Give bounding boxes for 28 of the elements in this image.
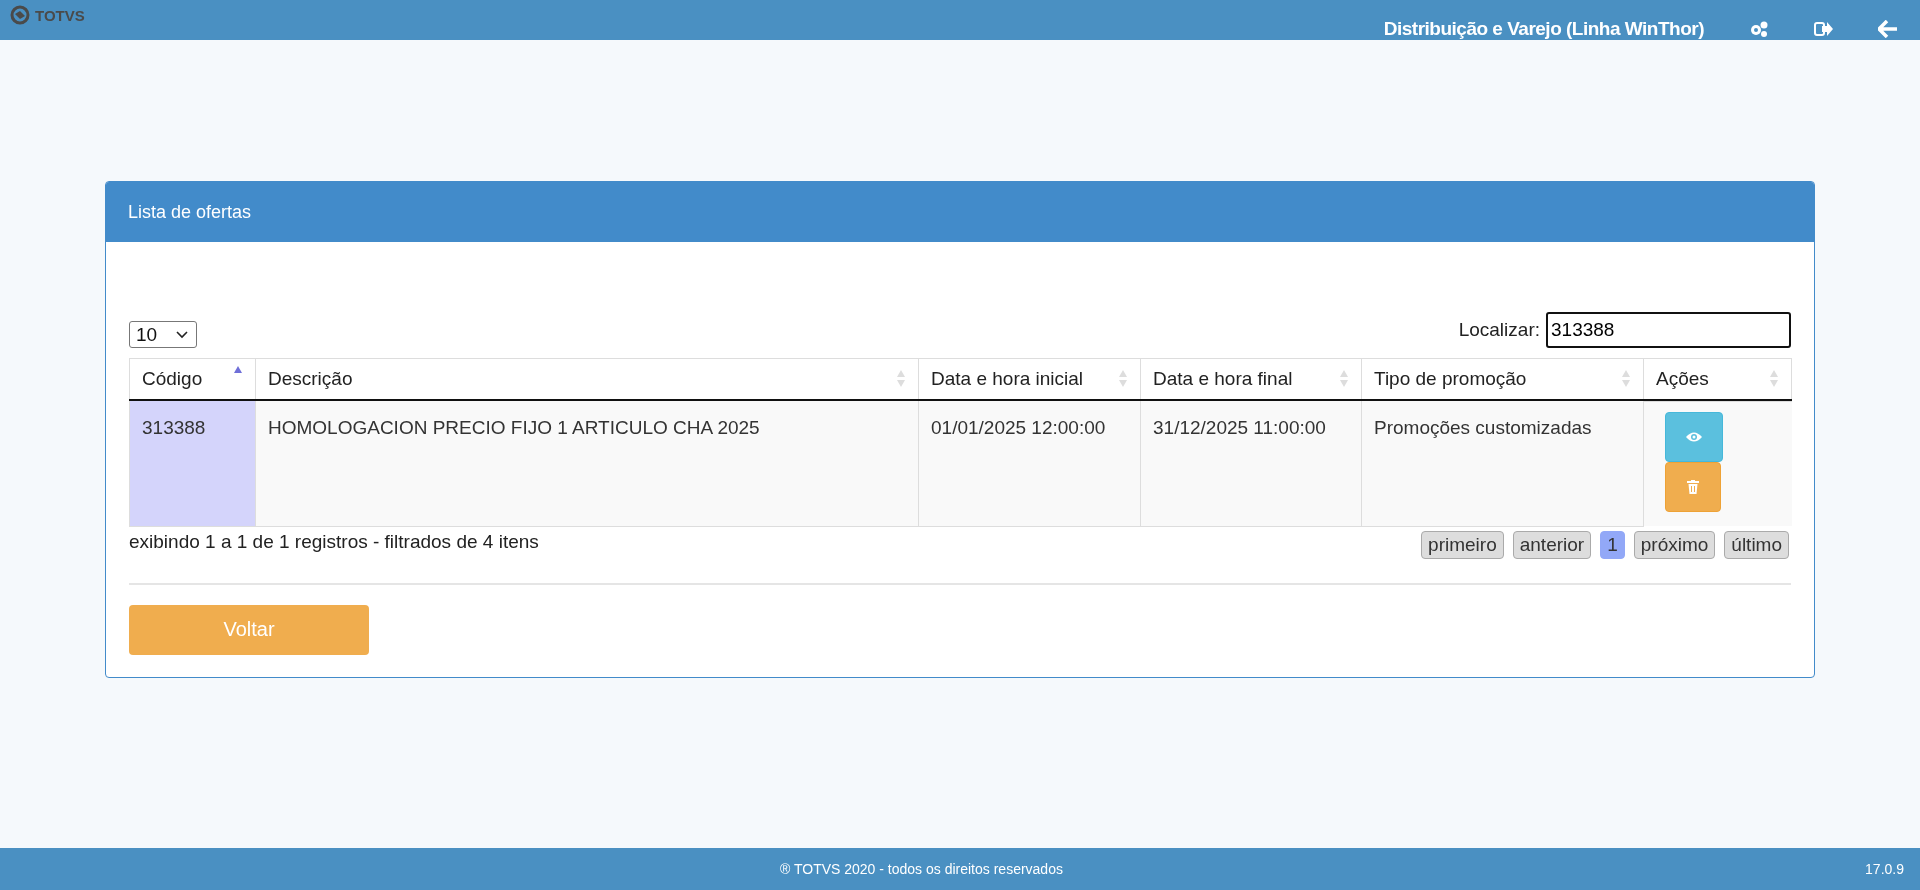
table-cell: 31/12/2025 11:00:00 bbox=[1140, 400, 1362, 526]
pagination-button[interactable]: primeiro bbox=[1421, 530, 1504, 559]
panel-title: Lista de ofertas bbox=[128, 201, 252, 223]
app-title: Distribuição e Varejo (Linha WinThor) bbox=[1383, 18, 1704, 40]
pagination-button[interactable]: próximo bbox=[1633, 530, 1716, 559]
pagination-button[interactable]: 1 bbox=[1600, 530, 1625, 559]
records-info: exibindo 1 a 1 de 1 registros - filtrados de 4 itens bbox=[129, 530, 539, 553]
pagination-button[interactable]: último bbox=[1724, 530, 1789, 559]
table-cell: HOMOLOGACION PRECIO FIJO 1 ARTICULO CHA 2025 bbox=[255, 400, 919, 526]
chevron-down-icon bbox=[176, 330, 188, 339]
logout-icon[interactable] bbox=[1814, 21, 1834, 37]
view-button[interactable] bbox=[1665, 412, 1723, 462]
logo-text: TOTVS bbox=[35, 6, 85, 24]
delete-button[interactable] bbox=[1665, 462, 1721, 512]
trash-icon bbox=[1687, 480, 1699, 494]
logo-icon bbox=[10, 5, 30, 25]
version-text: 17.0.9 bbox=[1865, 861, 1904, 877]
back-arrow-icon[interactable] bbox=[1878, 20, 1898, 38]
settings-icon[interactable] bbox=[1748, 20, 1770, 38]
pagination-button[interactable]: anterior bbox=[1512, 530, 1592, 559]
search-field[interactable]: 313388 bbox=[1546, 312, 1791, 348]
page-size-select[interactable]: 10 bbox=[129, 321, 197, 348]
table-cell: 01/01/2025 12:00:00 bbox=[918, 400, 1141, 526]
eye-icon bbox=[1685, 431, 1703, 443]
table-cell: 313388 bbox=[129, 400, 256, 526]
table-cell: Promoções customizadas bbox=[1361, 400, 1644, 526]
copyright-text: ® TOTVS 2020 - todos os direitos reservados bbox=[780, 861, 1063, 877]
search-label: Localizar: bbox=[1458, 319, 1540, 341]
